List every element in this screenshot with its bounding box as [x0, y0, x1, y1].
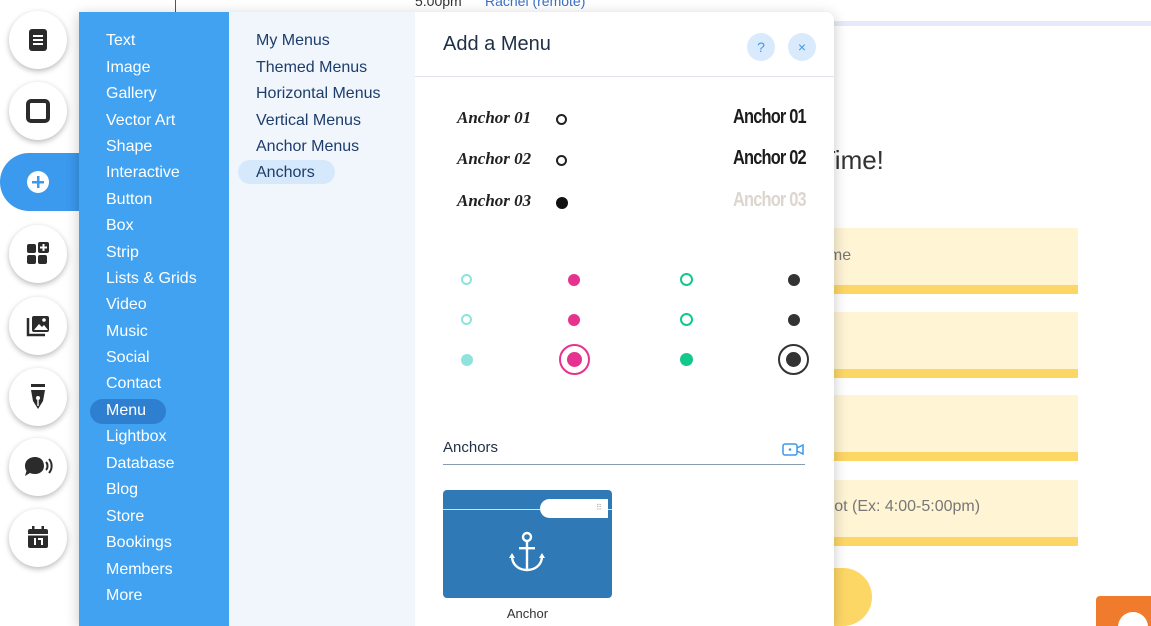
- anchor-menu-preview[interactable]: Anchor 03 Anchor 03: [415, 189, 834, 215]
- chat-widget[interactable]: [1096, 596, 1151, 626]
- category-store[interactable]: Store: [106, 508, 144, 526]
- subcategory-themed-menus[interactable]: Themed Menus: [256, 59, 367, 77]
- category-image[interactable]: Image: [106, 59, 150, 77]
- thumb-anchor-tab: ⠿: [540, 499, 608, 518]
- category-box[interactable]: Box: [106, 217, 134, 235]
- subcategory-anchors[interactable]: Anchors: [256, 164, 315, 182]
- category-menu[interactable]: Menu: [106, 402, 146, 420]
- background-name-link: Rachel (remote): [485, 0, 586, 9]
- anchor-swatch-dark[interactable]: [788, 314, 800, 326]
- anchor-bold-label: Anchor 01: [733, 106, 807, 128]
- subcategory-vertical-menus[interactable]: Vertical Menus: [256, 112, 361, 130]
- anchor-swatch-dark[interactable]: [788, 274, 800, 286]
- anchor-menu-preview[interactable]: Anchor 02 Anchor 02: [415, 147, 834, 173]
- anchor-swatch-pink-ring[interactable]: [559, 344, 590, 375]
- video-icon[interactable]: [782, 442, 804, 456]
- chat-bubble-icon: [1118, 612, 1148, 626]
- pages-icon: [29, 29, 47, 51]
- category-more[interactable]: More: [106, 587, 142, 605]
- add-apps-button[interactable]: [9, 225, 67, 283]
- category-contact[interactable]: Contact: [106, 375, 161, 393]
- category-music[interactable]: Music: [106, 323, 148, 341]
- panel-header: Add a Menu ? ×: [415, 12, 834, 77]
- bookings-button[interactable]: [9, 509, 67, 567]
- category-strip[interactable]: Strip: [106, 244, 139, 262]
- media-button[interactable]: [9, 297, 67, 355]
- anchor-item-label: Anchor 03: [457, 191, 532, 210]
- anchor-icon: [509, 531, 545, 572]
- pen-tool-button[interactable]: [9, 368, 67, 426]
- add-panel: Text Image Gallery Vector Art Shape Inte…: [79, 12, 834, 626]
- anchor-swatch-pink[interactable]: [568, 274, 580, 286]
- anchors-section-title: Anchors: [443, 439, 499, 456]
- anchor-thumbnail-label: Anchor: [506, 606, 549, 621]
- category-vector-art[interactable]: Vector Art: [106, 112, 175, 130]
- add-apps-icon: [27, 242, 49, 264]
- anchor-item-label: Anchor 01: [457, 108, 532, 127]
- background-icon: [26, 99, 50, 123]
- category-database[interactable]: Database: [106, 455, 175, 473]
- anchor-swatch-green-outline[interactable]: [680, 273, 693, 286]
- category-lightbox[interactable]: Lightbox: [106, 428, 167, 446]
- anchor-dot-filled: [556, 197, 568, 209]
- anchor-swatch-teal-outline[interactable]: [461, 274, 472, 285]
- add-button[interactable]: [9, 153, 67, 211]
- anchor-swatch-green-filled[interactable]: [680, 353, 693, 366]
- category-list: Text Image Gallery Vector Art Shape Inte…: [79, 12, 229, 626]
- help-button[interactable]: ?: [747, 33, 775, 61]
- ruler-line: [175, 0, 176, 12]
- category-lists-grids[interactable]: Lists & Grids: [106, 270, 197, 288]
- category-button[interactable]: Button: [106, 191, 152, 209]
- category-bookings[interactable]: Bookings: [106, 534, 172, 552]
- anchor-swatch-dark-ring[interactable]: [778, 344, 809, 375]
- category-blog[interactable]: Blog: [106, 481, 138, 499]
- chat-icon: [25, 457, 53, 476]
- chat-button[interactable]: [9, 438, 67, 496]
- anchor-bold-label: Anchor 02: [733, 147, 807, 169]
- pen-icon: [31, 384, 45, 409]
- anchor-swatch-teal-outline[interactable]: [461, 314, 472, 325]
- panel-content: Add a Menu ? × Anchor 01 Anchor 01 Ancho…: [415, 12, 834, 626]
- anchor-swatch-green-outline[interactable]: [680, 313, 693, 326]
- subcategory-anchor-menus[interactable]: Anchor Menus: [256, 138, 359, 156]
- section-divider: [443, 464, 805, 465]
- category-interactive[interactable]: Interactive: [106, 164, 180, 182]
- subcategory-horizontal-menus[interactable]: Horizontal Menus: [256, 85, 381, 103]
- background-time-text: 5:00pm: [415, 0, 462, 9]
- close-button[interactable]: ×: [788, 33, 816, 61]
- media-icon: [26, 316, 49, 337]
- anchor-dot-outline: [556, 155, 567, 166]
- background-button[interactable]: [9, 82, 67, 140]
- add-icon: [27, 171, 49, 193]
- category-video[interactable]: Video: [106, 296, 147, 314]
- anchor-element-thumbnail[interactable]: ⠿: [443, 490, 612, 598]
- category-text[interactable]: Text: [106, 32, 135, 50]
- panel-title: Add a Menu: [443, 33, 551, 55]
- left-toolbar: [0, 0, 82, 626]
- anchor-swatch-pink[interactable]: [568, 314, 580, 326]
- bookings-calendar-icon: [28, 526, 48, 548]
- editor-screen: 5:00pm Rachel (remote) er Time! ame Slot…: [0, 0, 1151, 626]
- subcategory-list: My Menus Themed Menus Horizontal Menus V…: [229, 12, 415, 626]
- anchor-menu-preview[interactable]: Anchor 01 Anchor 01: [415, 106, 834, 132]
- category-gallery[interactable]: Gallery: [106, 85, 157, 103]
- subcategory-my-menus[interactable]: My Menus: [256, 32, 330, 50]
- anchor-swatch-teal-filled[interactable]: [461, 354, 473, 366]
- anchor-dot-outline: [556, 114, 567, 125]
- pages-button[interactable]: [9, 11, 67, 69]
- category-members[interactable]: Members: [106, 561, 173, 579]
- field-placeholder: Slot (Ex: 4:00-5:00pm): [820, 498, 981, 515]
- anchor-bold-label: Anchor 03: [733, 189, 807, 211]
- category-social[interactable]: Social: [106, 349, 150, 367]
- category-shape[interactable]: Shape: [106, 138, 152, 156]
- anchor-item-label: Anchor 02: [457, 149, 532, 168]
